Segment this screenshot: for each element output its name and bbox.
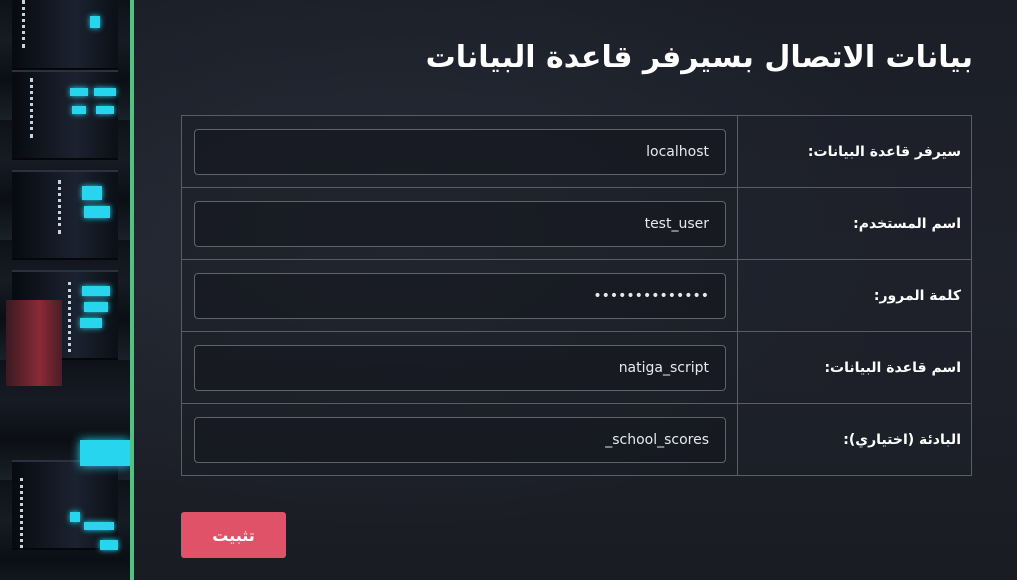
table-prefix-label: البادئة (اختياري):: [737, 403, 972, 476]
password-input[interactable]: [194, 272, 726, 319]
db-server-input[interactable]: [194, 128, 726, 175]
table-prefix-input[interactable]: [194, 416, 726, 463]
db-name-input[interactable]: [194, 344, 726, 391]
password-label: كلمة المرور:: [737, 259, 972, 332]
username-input[interactable]: [194, 200, 726, 247]
db-server-label: سيرفر قاعدة البيانات:: [737, 115, 972, 188]
username-label: اسم المستخدم:: [737, 187, 972, 260]
server-rack-image: [0, 0, 130, 580]
form-row-db-server: سيرفر قاعدة البيانات:: [181, 115, 972, 188]
main-panel: بيانات الاتصال بسيرفر قاعدة البيانات سير…: [134, 0, 1017, 580]
db-name-label: اسم قاعدة البيانات:: [737, 331, 972, 404]
install-button[interactable]: تثبيت: [181, 512, 286, 558]
db-connection-form: سيرفر قاعدة البيانات: اسم المستخدم: كلمة…: [181, 115, 972, 476]
form-row-table-prefix: البادئة (اختياري):: [181, 403, 972, 476]
form-row-username: اسم المستخدم:: [181, 187, 972, 260]
install-page: بيانات الاتصال بسيرفر قاعدة البيانات سير…: [0, 0, 1017, 580]
form-row-password: كلمة المرور:: [181, 259, 972, 332]
page-title: بيانات الاتصال بسيرفر قاعدة البيانات: [425, 40, 973, 75]
form-row-db-name: اسم قاعدة البيانات:: [181, 331, 972, 404]
